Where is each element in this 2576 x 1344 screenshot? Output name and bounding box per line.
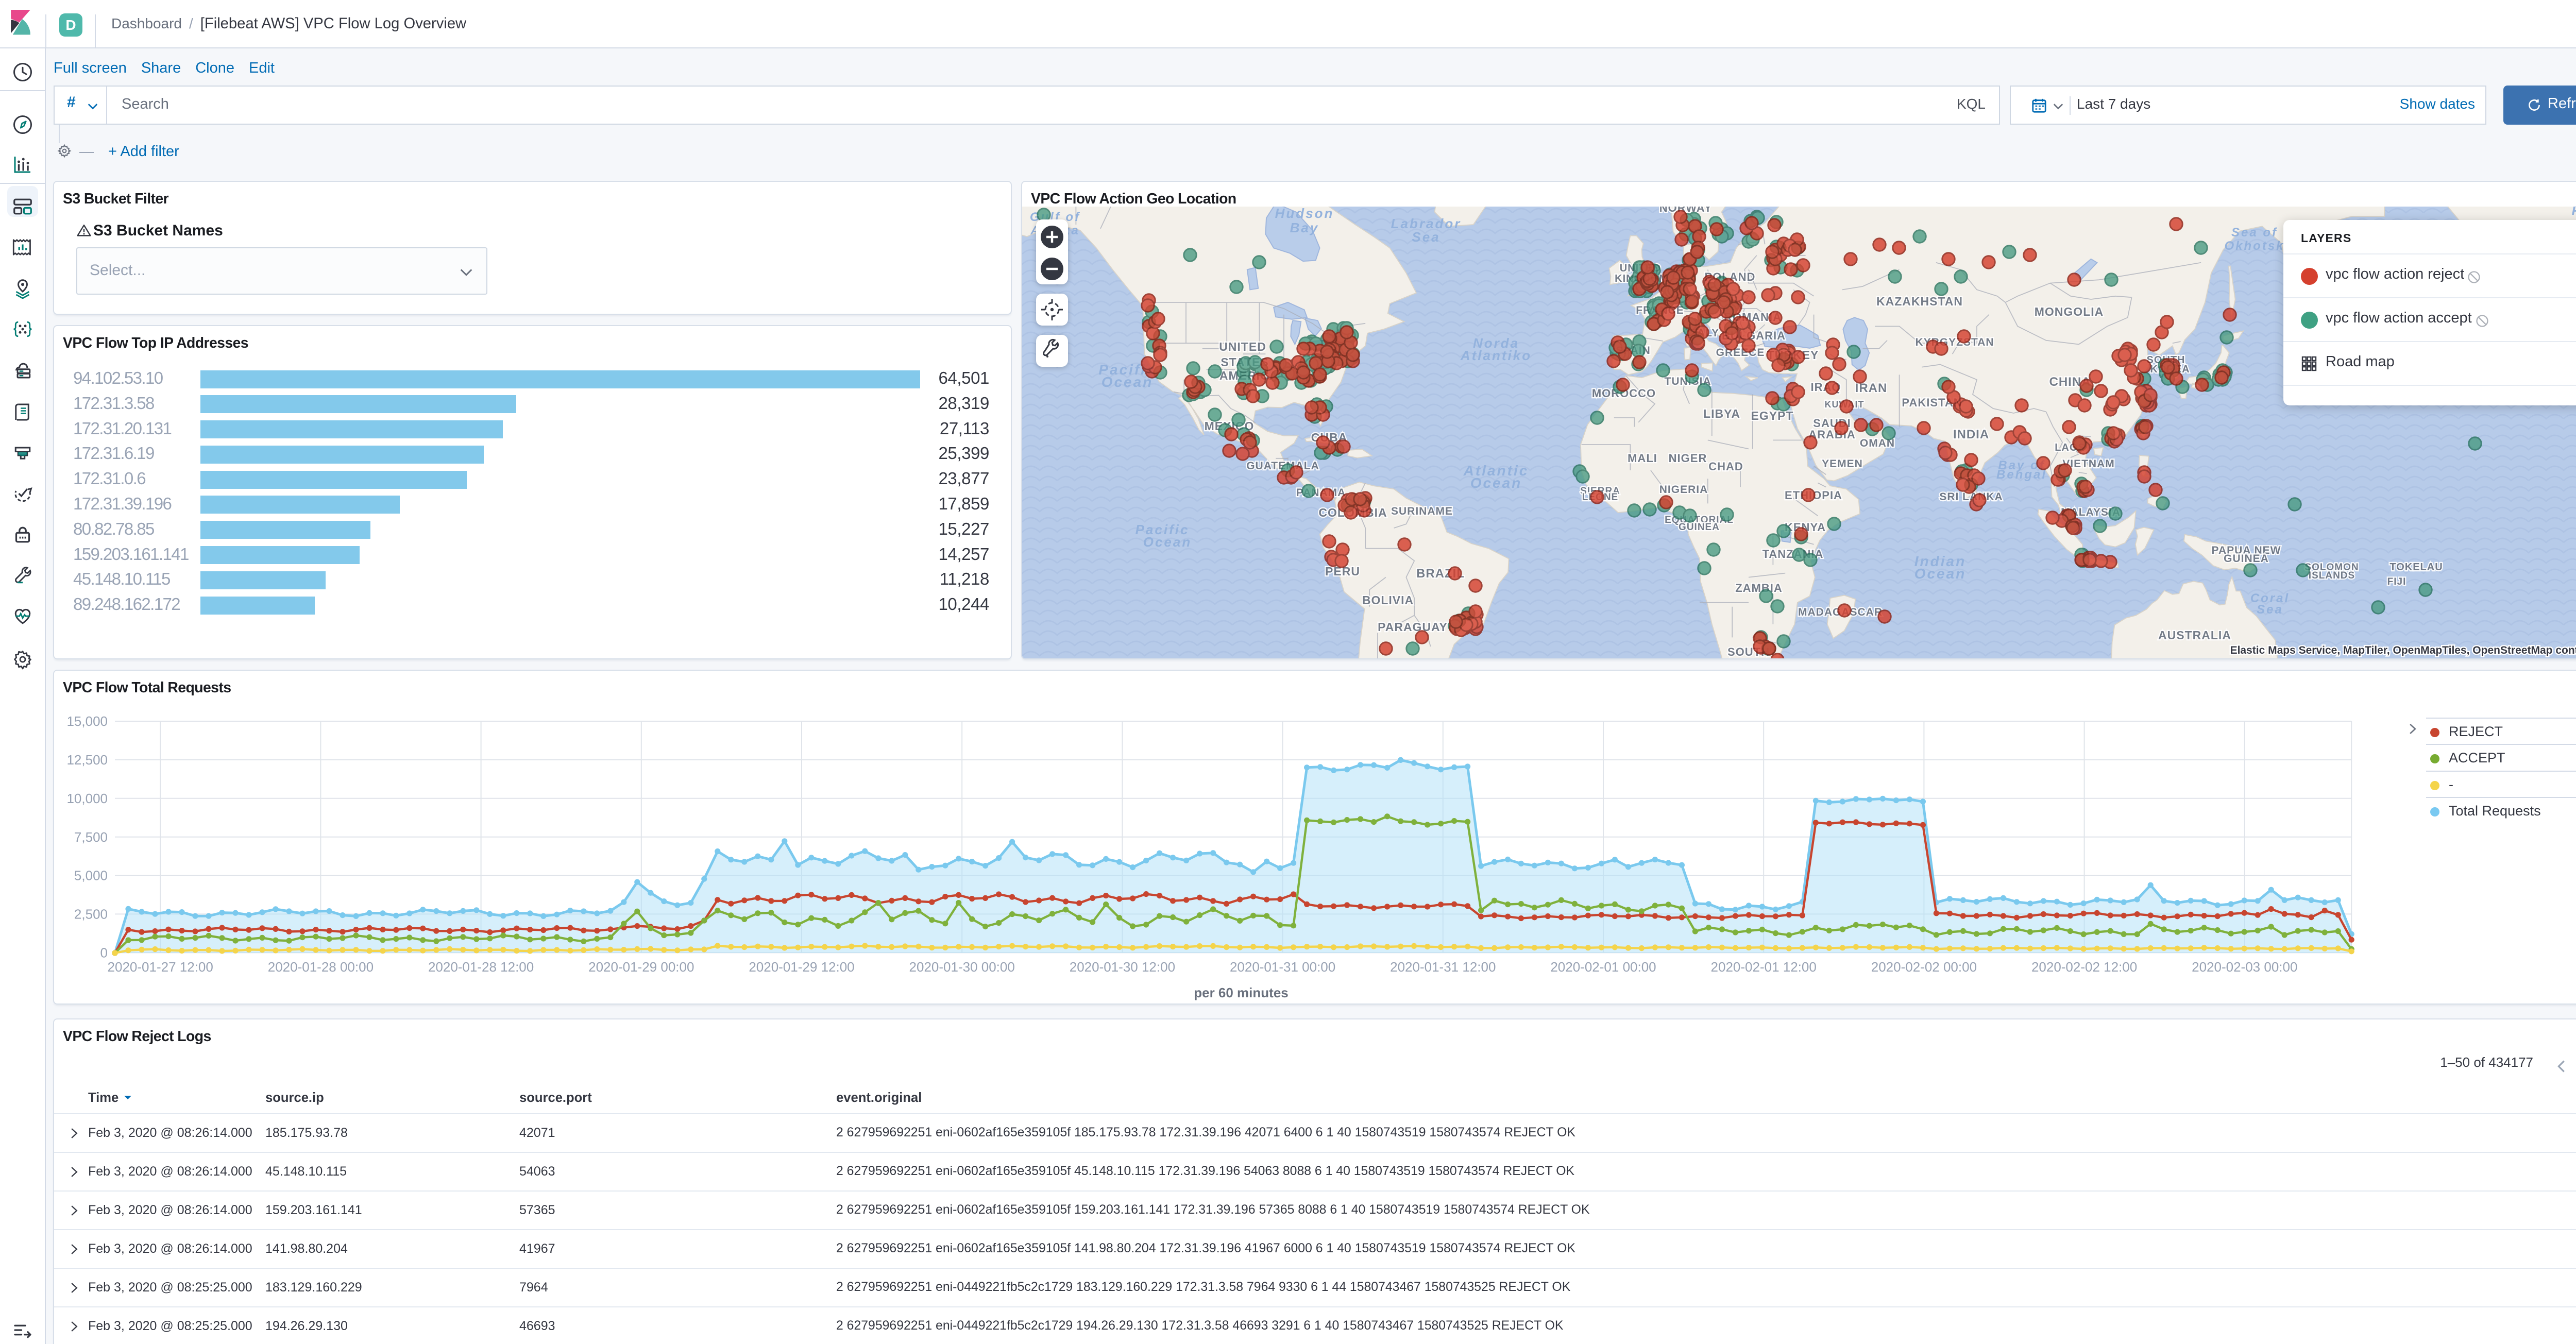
svg-text:15,000: 15,000 [66, 713, 108, 729]
svg-text:Bengal: Bengal [1996, 468, 2047, 482]
svg-text:Ocean: Ocean [1914, 566, 1967, 582]
svg-text:10,000: 10,000 [66, 791, 108, 806]
svg-text:Ocean: Ocean [1470, 475, 1522, 491]
svg-text:KAZAKHSTAN: KAZAKHSTAN [1876, 295, 1963, 308]
svg-text:Ocean: Ocean [1143, 534, 1192, 550]
svg-text:2020-02-02 00:00: 2020-02-02 00:00 [1871, 959, 1977, 975]
svg-text:2020-01-29 12:00: 2020-01-29 12:00 [749, 959, 854, 975]
svg-text:GUINEA: GUINEA [2224, 553, 2269, 565]
svg-text:2020-01-27 12:00: 2020-01-27 12:00 [108, 959, 213, 975]
svg-text:AUSTRALIA: AUSTRALIA [2158, 628, 2231, 642]
svg-text:per 60 minutes: per 60 minutes [1194, 985, 1289, 1000]
svg-text:2020-02-01 12:00: 2020-02-01 12:00 [1711, 959, 1817, 975]
svg-text:INDIA: INDIA [1953, 428, 1989, 441]
svg-text:Sea: Sea [2257, 603, 2283, 617]
svg-text:MALI: MALI [1628, 452, 1657, 465]
svg-text:LIBYA: LIBYA [1703, 407, 1740, 420]
svg-text:ZAMBIA: ZAMBIA [1735, 582, 1783, 594]
svg-text:12,500: 12,500 [66, 752, 108, 768]
svg-text:ISLANDS: ISLANDS [2309, 570, 2355, 581]
svg-text:UNITED: UNITED [1219, 340, 1266, 353]
svg-text:Ocean: Ocean [1101, 374, 1154, 390]
svg-text:TOKELAU: TOKELAU [2389, 562, 2443, 573]
svg-text:Elastic Maps Service, MapTiler: Elastic Maps Service, MapTiler, OpenMapT… [2230, 644, 2576, 656]
svg-text:NIGERIA: NIGERIA [1659, 484, 1708, 496]
svg-text:FIJI: FIJI [2387, 576, 2406, 587]
svg-text:2020-01-30 00:00: 2020-01-30 00:00 [909, 959, 1015, 975]
svg-text:7,500: 7,500 [74, 829, 108, 845]
svg-text:2020-01-29 00:00: 2020-01-29 00:00 [588, 959, 694, 975]
svg-text:GUINEA: GUINEA [1679, 522, 1720, 533]
svg-text:2020-01-28 12:00: 2020-01-28 12:00 [428, 959, 534, 975]
svg-text:YEMEN: YEMEN [1822, 458, 1863, 470]
svg-text:2020-02-01 00:00: 2020-02-01 00:00 [1550, 959, 1656, 975]
svg-text:CHAD: CHAD [1708, 460, 1743, 473]
svg-text:2020-01-31 00:00: 2020-01-31 00:00 [1230, 959, 1335, 975]
svg-text:2020-01-31 12:00: 2020-01-31 12:00 [1390, 959, 1496, 975]
svg-text:2020-02-02 12:00: 2020-02-02 12:00 [2031, 959, 2137, 975]
svg-text:BOLIVIA: BOLIVIA [1362, 593, 1414, 607]
svg-text:2020-02-03 00:00: 2020-02-03 00:00 [2192, 959, 2297, 975]
svg-text:2020-01-30 12:00: 2020-01-30 12:00 [1070, 959, 1175, 975]
svg-text:5,000: 5,000 [74, 868, 108, 883]
svg-text:GREECE: GREECE [1716, 347, 1765, 359]
svg-text:Sea: Sea [1412, 229, 1440, 245]
svg-text:Bay: Bay [1290, 220, 1319, 235]
svg-text:Atlantiko: Atlantiko [1460, 348, 1532, 363]
svg-text:2,500: 2,500 [74, 907, 108, 922]
svg-text:SURINAME: SURINAME [1391, 505, 1453, 517]
svg-text:0: 0 [100, 945, 108, 960]
svg-text:EGYPT: EGYPT [1751, 409, 1794, 422]
svg-text:Hudson: Hudson [1275, 207, 1334, 221]
svg-text:Okhotsk: Okhotsk [2224, 239, 2284, 253]
svg-text:Sea of: Sea of [2231, 226, 2278, 240]
svg-text:AFRICA: AFRICA [1725, 657, 1771, 659]
svg-text:PARAGUAY: PARAGUAY [1378, 620, 1448, 634]
svg-text:Pacific: Pacific [2572, 207, 2576, 218]
svg-text:NIGER: NIGER [1669, 452, 1707, 465]
svg-text:2020-01-28 00:00: 2020-01-28 00:00 [268, 959, 374, 975]
svg-text:MONGOLIA: MONGOLIA [2035, 305, 2104, 318]
